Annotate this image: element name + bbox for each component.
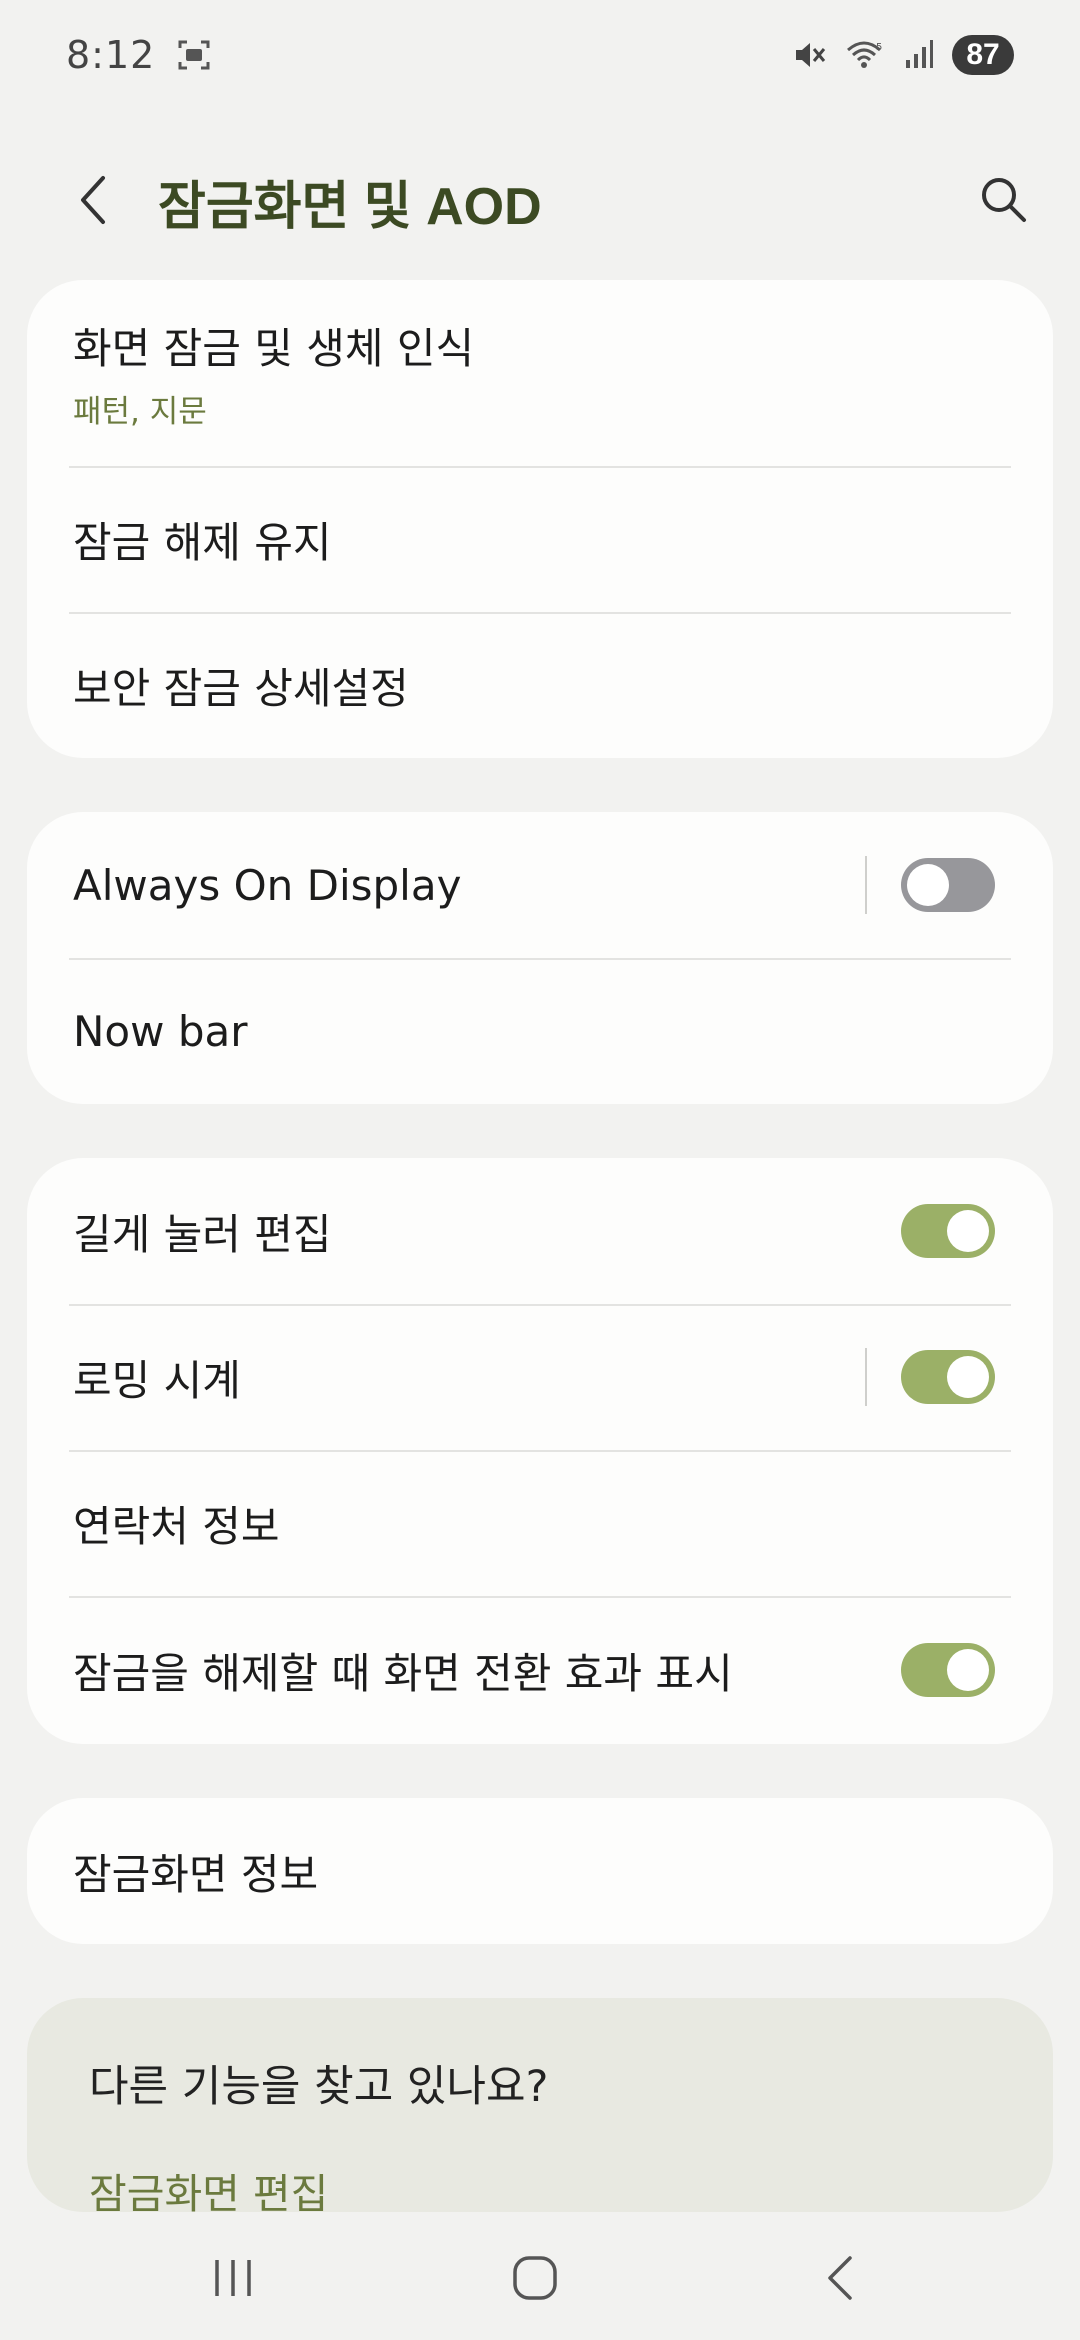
- list-item-contact-info[interactable]: 연락처 정보: [27, 1450, 1053, 1596]
- aod-card: Always On Display Now bar: [27, 812, 1053, 1104]
- list-item-extend-unlock[interactable]: 잠금 해제 유지: [27, 466, 1053, 612]
- status-time: 8:12: [66, 33, 156, 77]
- app-header: 잠금화면 및 AOD: [0, 150, 1080, 250]
- settings-screen: 8:12 5 87 잠금화면 및 AOD 화면 잠금 및 생체 인식 패턴, 지…: [0, 0, 1080, 2340]
- item-label: Now bar: [73, 1006, 248, 1056]
- item-summary: 패턴, 지문: [73, 394, 207, 430]
- aod-toggle[interactable]: [901, 858, 995, 912]
- nav-back-icon: [828, 2256, 852, 2300]
- list-item-about-lockscreen[interactable]: 잠금화면 정보: [27, 1798, 1053, 1944]
- item-label: 화면 잠금 및 생체 인식: [73, 324, 475, 373]
- signal-icon: [904, 38, 934, 72]
- home-icon: [513, 2256, 557, 2300]
- list-item-unlock-transition-effect[interactable]: 잠금을 해제할 때 화면 전환 효과 표시: [27, 1596, 1053, 1744]
- lock-settings-card: 화면 잠금 및 생체 인식 패턴, 지문 잠금 해제 유지 보안 잠금 상세설정: [27, 280, 1053, 758]
- suggestion-link-edit-lockscreen[interactable]: 잠금화면 편집: [89, 2160, 991, 2220]
- divider: [865, 1348, 867, 1406]
- long-press-edit-toggle[interactable]: [901, 1204, 995, 1258]
- home-button[interactable]: [495, 2248, 575, 2308]
- unlock-transition-toggle[interactable]: [901, 1643, 995, 1697]
- suggestion-title: 다른 기능을 찾고 있나요?: [89, 2062, 549, 2112]
- back-arrow-icon: [81, 176, 105, 224]
- item-label: 연락처 정보: [73, 1501, 280, 1551]
- list-item-screen-lock[interactable]: 화면 잠금 및 생체 인식 패턴, 지문: [27, 280, 1053, 466]
- item-label: 잠금 해제 유지: [73, 517, 332, 567]
- list-item-secure-lock-settings[interactable]: 보안 잠금 상세설정: [27, 612, 1053, 758]
- list-item-always-on-display[interactable]: Always On Display: [27, 812, 1053, 958]
- wifi-icon: 5: [846, 38, 886, 72]
- search-icon: [982, 178, 1026, 222]
- lockscreen-options-card: 길게 눌러 편집 로밍 시계 연락처 정보 잠금을 해제할 때 화면 전환 효과…: [27, 1158, 1053, 1744]
- search-button[interactable]: [972, 168, 1036, 232]
- screenshot-icon: [177, 38, 211, 72]
- list-item-now-bar[interactable]: Now bar: [27, 958, 1053, 1104]
- suggestion-card: 다른 기능을 찾고 있나요? 잠금화면 편집: [27, 1998, 1053, 2218]
- roaming-clock-toggle[interactable]: [901, 1350, 995, 1404]
- page-title: 잠금화면 및 AOD: [158, 178, 542, 236]
- recents-button[interactable]: [193, 2248, 273, 2308]
- item-label: 잠금화면 정보: [73, 1849, 319, 1899]
- item-label: 로밍 시계: [73, 1355, 241, 1405]
- recents-icon: [215, 2260, 251, 2296]
- svg-text:5: 5: [876, 42, 882, 53]
- status-bar: 8:12 5 87: [0, 0, 1080, 110]
- item-label: 길게 눌러 편집: [73, 1209, 332, 1259]
- item-label: 보안 잠금 상세설정: [73, 663, 409, 713]
- nav-back-button[interactable]: [800, 2248, 880, 2308]
- list-item-long-press-edit[interactable]: 길게 눌러 편집: [27, 1158, 1053, 1304]
- list-item-roaming-clock[interactable]: 로밍 시계: [27, 1304, 1053, 1450]
- navigation-bar: [0, 2218, 1080, 2340]
- about-lockscreen-card: 잠금화면 정보: [27, 1798, 1053, 1944]
- battery-indicator: 87: [952, 35, 1014, 75]
- back-button[interactable]: [62, 168, 122, 232]
- item-label: Always On Display: [73, 860, 462, 910]
- divider: [865, 856, 867, 914]
- item-label: 잠금을 해제할 때 화면 전환 효과 표시: [73, 1648, 733, 1698]
- mute-icon: [792, 38, 828, 72]
